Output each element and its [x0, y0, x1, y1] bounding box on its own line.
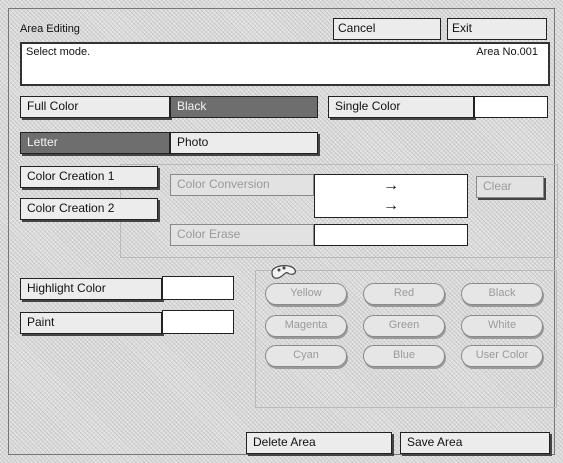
color-blue-button[interactable]: Blue — [363, 345, 445, 367]
delete-area-button[interactable]: Delete Area — [246, 432, 392, 454]
single-color-value[interactable] — [474, 96, 548, 118]
letter-button[interactable]: Letter — [20, 132, 170, 154]
color-conversion-button[interactable]: Color Conversion — [170, 174, 314, 196]
palette-icon — [268, 262, 298, 282]
color-creation-1-button[interactable]: Color Creation 1 — [20, 166, 158, 188]
window-title: Area Editing — [20, 23, 80, 35]
clear-button[interactable]: Clear — [476, 176, 544, 198]
message-box: Select mode. Area No.001 — [20, 42, 550, 86]
save-area-button[interactable]: Save Area — [400, 432, 550, 454]
color-magenta-button[interactable]: Magenta — [265, 315, 347, 337]
color-cyan-button[interactable]: Cyan — [265, 345, 347, 367]
color-red-button[interactable]: Red — [363, 283, 445, 305]
exit-button[interactable]: Exit — [447, 18, 547, 40]
color-green-button[interactable]: Green — [363, 315, 445, 337]
paint-button[interactable]: Paint — [20, 312, 162, 334]
color-black-button[interactable]: Black — [461, 283, 543, 305]
area-number: Area No.001 — [476, 46, 538, 58]
full-color-button[interactable]: Full Color — [20, 96, 170, 118]
highlight-color-button[interactable]: Highlight Color — [20, 278, 162, 300]
color-user-color-button[interactable]: User Color — [461, 345, 543, 367]
single-color-button[interactable]: Single Color — [328, 96, 474, 118]
highlight-color-value[interactable] — [162, 276, 234, 300]
arrow-right-icon: → — [383, 177, 399, 194]
black-button[interactable]: Black — [170, 96, 318, 118]
photo-button[interactable]: Photo — [170, 132, 318, 154]
color-conversion-value: → → — [314, 174, 468, 218]
cancel-button[interactable]: Cancel — [333, 18, 441, 40]
color-yellow-button[interactable]: Yellow — [265, 283, 347, 305]
color-erase-value — [314, 224, 468, 246]
arrow-right-icon: → — [383, 197, 399, 214]
color-white-button[interactable]: White — [461, 315, 543, 337]
color-erase-button[interactable]: Color Erase — [170, 224, 314, 246]
color-creation-2-button[interactable]: Color Creation 2 — [20, 198, 158, 220]
status-message: Select mode. — [26, 46, 91, 58]
paint-value[interactable] — [162, 310, 234, 334]
